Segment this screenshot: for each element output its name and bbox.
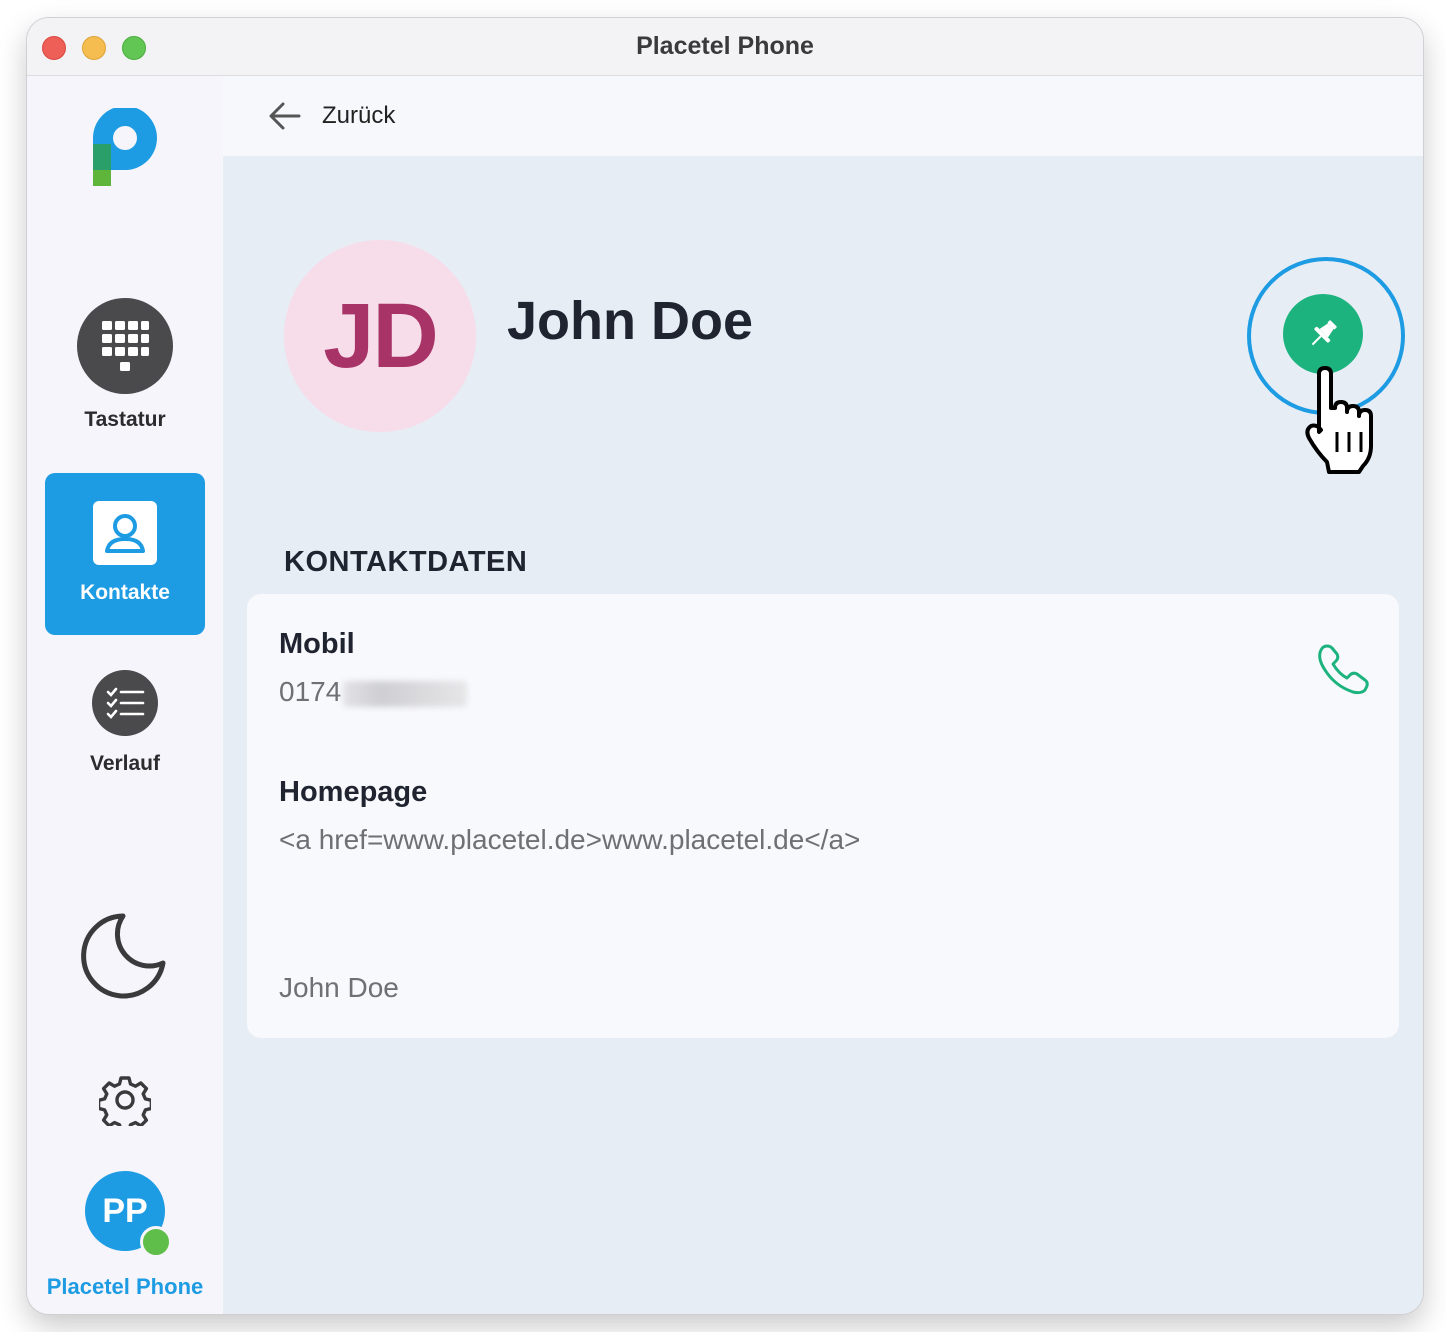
sidebar-item-tastatur[interactable]: Tastatur — [45, 298, 205, 431]
phone-icon[interactable] — [1315, 640, 1371, 696]
user-initials: PP — [102, 1191, 148, 1230]
title-bar: Placetel Phone — [27, 18, 1423, 76]
moon-icon[interactable] — [81, 911, 171, 1001]
online-status-dot — [140, 1226, 172, 1258]
pin-button[interactable] — [1283, 294, 1363, 374]
top-bar: Zurück — [223, 76, 1423, 156]
sidebar-item-verlauf[interactable]: Verlauf — [45, 670, 205, 780]
mobile-number: 0174 — [279, 676, 342, 707]
mobile-value[interactable]: 0174 — [279, 676, 468, 708]
mobile-label: Mobil — [279, 628, 355, 660]
placetel-logo — [93, 108, 157, 186]
contact-display-name: John Doe — [279, 972, 399, 1003]
user-name[interactable]: Placetel Phone — [27, 1274, 223, 1300]
homepage-label: Homepage — [279, 776, 428, 808]
contact-avatar: JD — [284, 240, 476, 432]
history-list-icon — [92, 670, 158, 736]
app-window: Placetel Phone Tastatur Kontakte Verlauf… — [27, 18, 1423, 1314]
contact-details-card: Mobil 0174 Homepage <a href=www.placetel… — [247, 594, 1399, 1038]
contact-name: John Doe — [507, 291, 754, 351]
sidebar-item-kontakte[interactable]: Kontakte — [45, 473, 205, 635]
redacted-digits — [343, 680, 468, 707]
hand-cursor-icon — [1305, 366, 1373, 474]
homepage-value[interactable]: <a href=www.placetel.de>www.placetel.de<… — [279, 824, 860, 856]
gear-icon[interactable] — [99, 1074, 151, 1126]
sidebar-item-label: Verlauf — [89, 752, 161, 775]
pin-icon — [1311, 320, 1337, 346]
main-content: Zurück JD John Doe KONTAKTDATEN Mobil 01… — [223, 76, 1423, 1314]
dialpad-icon — [77, 298, 173, 394]
contact-initials: JD — [323, 284, 439, 387]
back-arrow-icon[interactable] — [267, 98, 303, 134]
contact-icon — [93, 501, 157, 565]
section-title: KONTAKTDATEN — [284, 546, 528, 578]
window-title: Placetel Phone — [636, 32, 814, 60]
sidebar: Tastatur Kontakte Verlauf PP Placetel Ph… — [27, 76, 223, 1314]
sidebar-item-label: Tastatur — [84, 408, 166, 431]
sidebar-item-label: Kontakte — [80, 581, 170, 604]
back-button[interactable]: Zurück — [322, 102, 395, 130]
